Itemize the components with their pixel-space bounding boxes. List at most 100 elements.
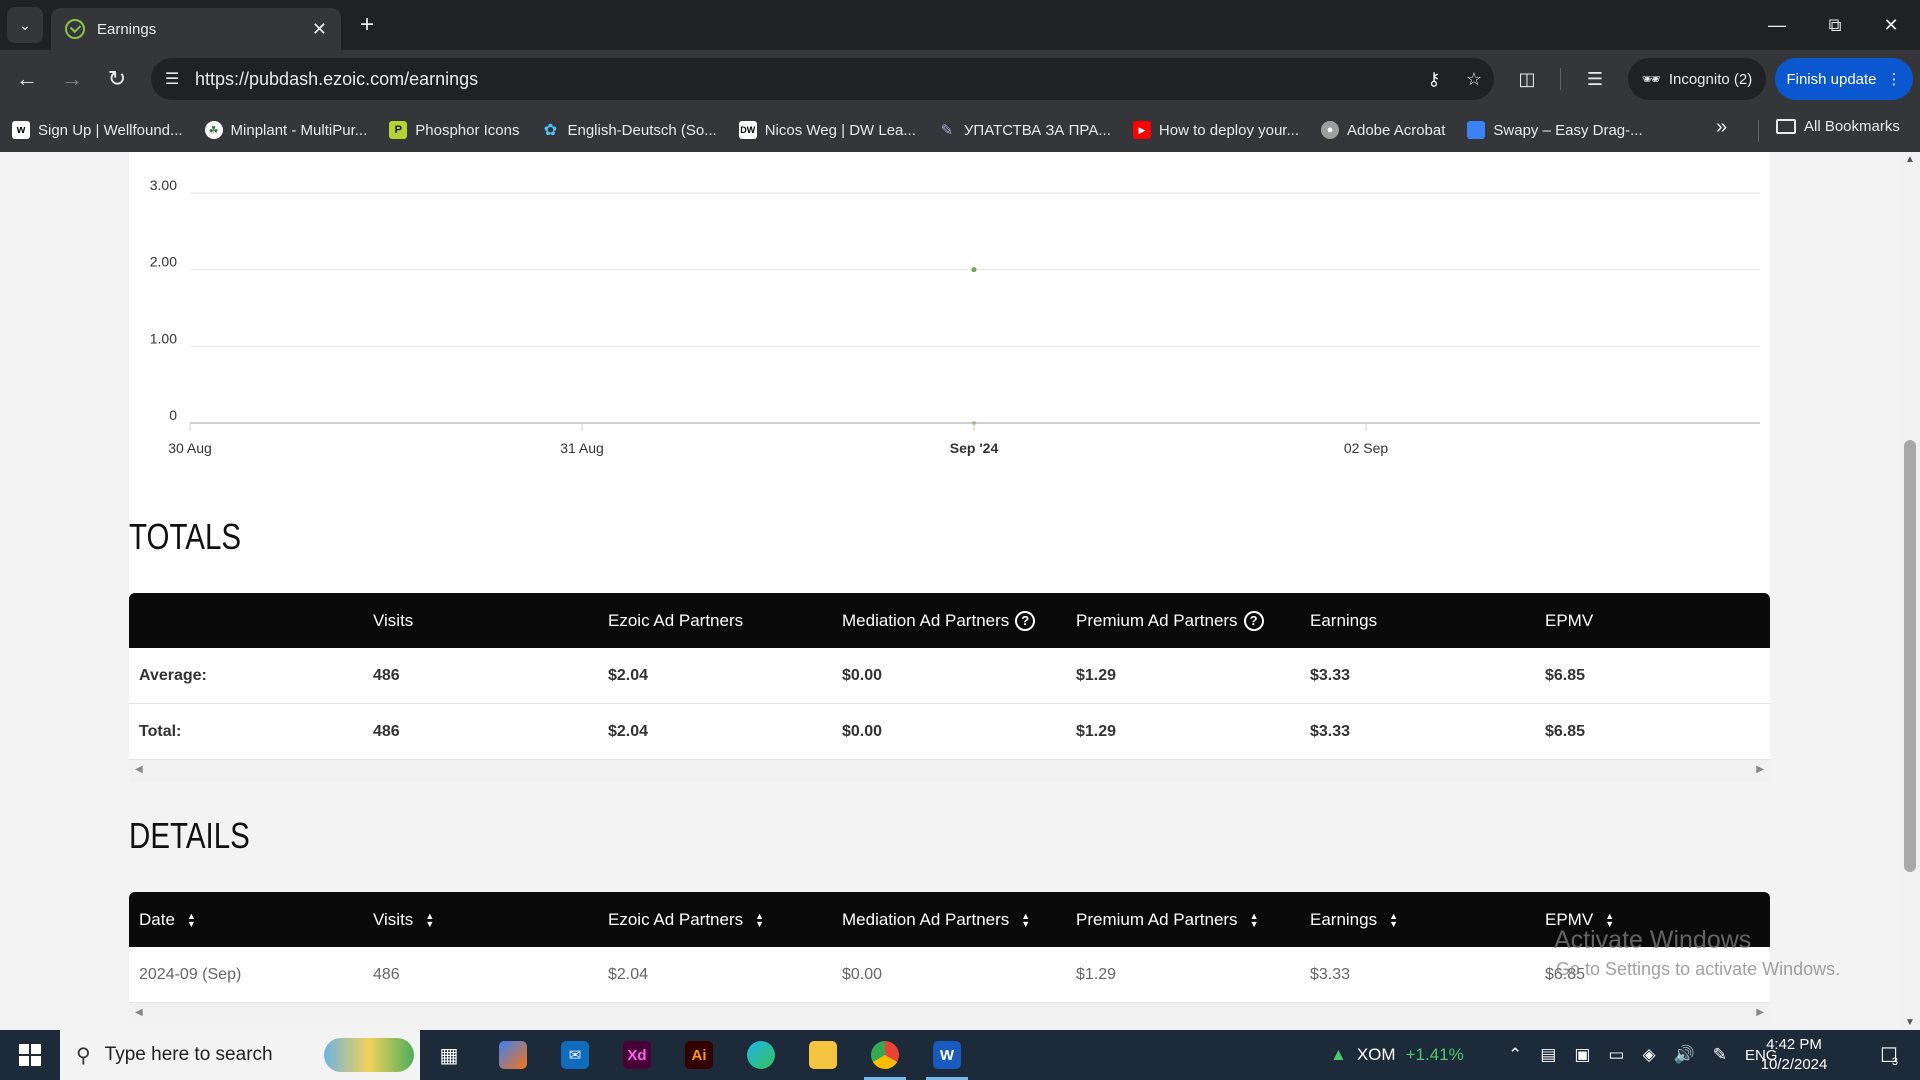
table-cell: $0.00 bbox=[842, 667, 883, 684]
incognito-button[interactable]: 🕶 Incognito (2) bbox=[1628, 58, 1766, 100]
back-button[interactable]: ← bbox=[10, 62, 44, 96]
x-tick-label: Sep '24 bbox=[950, 440, 999, 456]
totals-table: Visits Ezoic Ad Partners Mediation Ad Pa… bbox=[129, 593, 1770, 782]
globe-icon: ● bbox=[1320, 121, 1339, 139]
stock-widget[interactable]: ▲ XOM +1.41% bbox=[1330, 1030, 1464, 1080]
minimize-button[interactable]: — bbox=[1748, 0, 1806, 50]
url-text[interactable]: https://pubdash.ezoic.com/earnings bbox=[195, 69, 1414, 90]
scroll-right-icon[interactable]: ▶ bbox=[1756, 1007, 1764, 1018]
scroll-right-icon[interactable]: ▶ bbox=[1756, 764, 1764, 775]
star-icon[interactable]: ☆ bbox=[1454, 69, 1494, 90]
column-label: Visits bbox=[373, 610, 414, 630]
finish-update-button[interactable]: Finish update ⋮ bbox=[1775, 58, 1913, 100]
chrome-app[interactable] bbox=[856, 1030, 914, 1080]
address-bar[interactable]: ☰ https://pubdash.ezoic.com/earnings ⚷ ☆ bbox=[151, 58, 1494, 100]
bookmark-item[interactable]: ☘ Minplant - MultiPur... bbox=[204, 121, 367, 139]
scroll-left-icon[interactable]: ◀ bbox=[135, 1007, 143, 1018]
reload-button[interactable]: ↻ bbox=[100, 62, 134, 96]
tab-earnings[interactable]: Earnings ✕ bbox=[51, 8, 341, 50]
mail-app[interactable]: ✉ bbox=[546, 1030, 604, 1080]
sort-column-ezoic[interactable]: Ezoic Ad Partners ▲ ▼ bbox=[608, 910, 764, 930]
y-tick-label: 1.00 bbox=[150, 330, 177, 346]
adobe-xd-icon: Xd bbox=[623, 1041, 651, 1069]
taskbar-clock[interactable]: 4:42 PM 10/2/2024 bbox=[1744, 1035, 1844, 1075]
phosphor-icon: P bbox=[389, 121, 408, 139]
help-icon[interactable]: ? bbox=[1015, 610, 1036, 631]
pen-icon[interactable]: ✎ bbox=[1713, 1045, 1727, 1065]
task-view-icon: ▦ bbox=[439, 1044, 459, 1067]
all-bookmarks-button[interactable]: All Bookmarks bbox=[1776, 118, 1900, 135]
sort-column-earnings[interactable]: Earnings ▲ ▼ bbox=[1310, 910, 1398, 930]
sort-column-visits[interactable]: Visits ▲ ▼ bbox=[373, 910, 434, 930]
new-tab-button[interactable]: + bbox=[352, 10, 382, 40]
chevron-up-icon[interactable]: ⌃ bbox=[1508, 1045, 1522, 1065]
bookmark-item[interactable]: Swapy – Easy Drag-... bbox=[1467, 121, 1643, 139]
sort-icon: ▲ ▼ bbox=[186, 910, 196, 929]
close-icon[interactable]: ✕ bbox=[312, 19, 327, 40]
bookmark-item[interactable]: DW Nicos Weg | DW Lea... bbox=[738, 121, 916, 139]
horizontal-scrollbar[interactable]: ◀ ▶ bbox=[129, 1003, 1770, 1025]
leaf-icon: ☘ bbox=[204, 121, 223, 139]
file-explorer-app[interactable] bbox=[794, 1030, 852, 1080]
task-view-button[interactable]: ▦ bbox=[420, 1030, 478, 1080]
copilot-app[interactable] bbox=[484, 1030, 542, 1080]
table-cell: $1.29 bbox=[1076, 723, 1117, 740]
bookmark-item[interactable]: ▶ How to deploy your... bbox=[1132, 121, 1299, 139]
tab-title: Earnings bbox=[97, 20, 157, 38]
column-label: Premium Ad Partners bbox=[1076, 909, 1238, 929]
column-label: Ezoic Ad Partners bbox=[608, 610, 744, 630]
help-icon[interactable]: ? bbox=[1243, 610, 1264, 631]
network-icon[interactable]: ▤ bbox=[1540, 1045, 1556, 1065]
data-point[interactable] bbox=[972, 421, 976, 425]
tab-bar: ⌄ Earnings ✕ + — ⧉ ✕ bbox=[0, 0, 1920, 50]
vertical-scrollbar[interactable]: ▲ ▼ bbox=[1900, 152, 1920, 1030]
key-icon[interactable]: ⚷ bbox=[1414, 69, 1454, 90]
table-cell: $2.04 bbox=[608, 966, 649, 983]
extensions-button[interactable]: ◫ bbox=[1510, 62, 1544, 96]
edge-app[interactable] bbox=[732, 1030, 790, 1080]
start-button[interactable] bbox=[0, 1030, 60, 1080]
meet-icon[interactable]: ▣ bbox=[1574, 1045, 1590, 1065]
bookmark-label: Sign Up | Wellfound... bbox=[38, 121, 183, 139]
more-bookmarks-icon[interactable]: » bbox=[1716, 116, 1727, 139]
sort-column-premium[interactable]: Premium Ad Partners ▲ ▼ bbox=[1076, 910, 1258, 930]
wifi-icon[interactable]: ◈ bbox=[1642, 1045, 1655, 1065]
data-point[interactable] bbox=[971, 267, 977, 273]
bookmark-item[interactable]: w Sign Up | Wellfound... bbox=[12, 121, 183, 139]
sort-column-mediation[interactable]: Mediation Ad Partners ▲ ▼ bbox=[842, 910, 1030, 930]
column-label: Ezoic Ad Partners bbox=[608, 909, 744, 929]
scroll-left-icon[interactable]: ◀ bbox=[135, 764, 143, 775]
wellfound-icon: w bbox=[12, 121, 30, 139]
illustrator-app[interactable]: Ai bbox=[670, 1030, 728, 1080]
media-controls-button[interactable]: ☰ bbox=[1578, 62, 1612, 96]
column-header-visits: Visits bbox=[373, 611, 413, 631]
notifications-button[interactable]: ☐ 3 bbox=[1864, 1030, 1914, 1080]
restore-button[interactable]: ⧉ bbox=[1806, 0, 1864, 50]
bookmark-item[interactable]: P Phosphor Icons bbox=[389, 121, 519, 139]
totals-table-header: Visits Ezoic Ad Partners Mediation Ad Pa… bbox=[129, 593, 1770, 648]
incognito-label: Incognito (2) bbox=[1668, 70, 1753, 88]
column-label: Mediation Ad Partners bbox=[842, 610, 1010, 630]
adobe-xd-app[interactable]: Xd bbox=[608, 1030, 666, 1080]
scrollbar-thumb[interactable] bbox=[1904, 440, 1916, 872]
column-label: Visits bbox=[373, 909, 414, 929]
bookmark-item[interactable]: ● Adobe Acrobat bbox=[1320, 121, 1445, 139]
x-tick-label: 30 Aug bbox=[168, 440, 212, 456]
notification-count: 3 bbox=[1891, 1056, 1899, 1068]
bookmark-item[interactable]: ✎ УПАТСТВА ЗА ПРА... bbox=[938, 121, 1111, 140]
close-window-button[interactable]: ✕ bbox=[1862, 0, 1920, 50]
horizontal-scrollbar[interactable]: ◀ ▶ bbox=[129, 760, 1770, 782]
bookmark-item[interactable]: ✿ English-Deutsch (So... bbox=[541, 121, 717, 140]
forward-button[interactable]: → bbox=[55, 62, 89, 96]
scroll-up-icon[interactable]: ▲ bbox=[1905, 154, 1915, 165]
sort-column-date[interactable]: Date ▲ ▼ bbox=[139, 910, 196, 930]
battery-icon[interactable]: ▭ bbox=[1608, 1045, 1624, 1065]
volume-icon[interactable]: 🔊 bbox=[1674, 1045, 1695, 1065]
taskbar-search[interactable]: ⚲ Type here to search bbox=[60, 1030, 420, 1080]
word-app[interactable]: W bbox=[918, 1030, 976, 1080]
scroll-down-icon[interactable]: ▼ bbox=[1905, 1017, 1915, 1028]
edge-icon bbox=[747, 1041, 775, 1069]
site-settings-icon[interactable]: ☰ bbox=[165, 69, 195, 89]
illustrator-icon: Ai bbox=[685, 1041, 713, 1069]
tab-search-button[interactable]: ⌄ bbox=[7, 7, 43, 43]
